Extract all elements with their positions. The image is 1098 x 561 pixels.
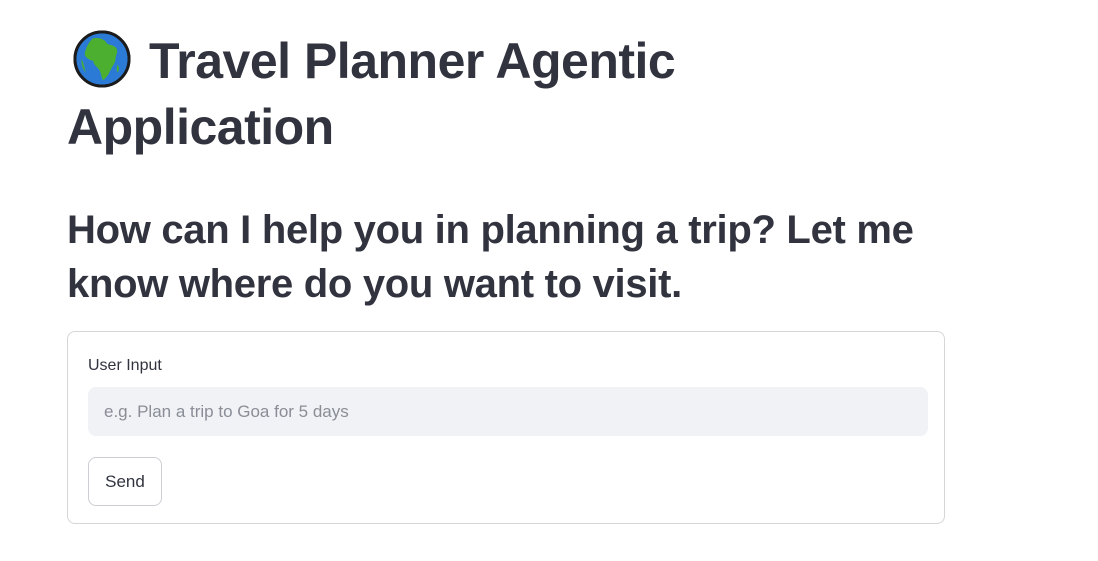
globe-africa-icon xyxy=(73,30,131,88)
page-title-text: Travel Planner Agentic Application xyxy=(67,33,676,155)
prompt-heading: How can I help you in planning a trip? L… xyxy=(67,208,914,306)
trip-query-form: User Input Send xyxy=(67,331,945,524)
send-button[interactable]: Send xyxy=(88,457,162,506)
user-input-label: User Input xyxy=(88,357,162,374)
page-title: Travel Planner Agentic Application xyxy=(67,28,787,160)
page: Travel Planner Agentic Application How c… xyxy=(0,0,1098,561)
user-input-field[interactable] xyxy=(88,387,928,436)
